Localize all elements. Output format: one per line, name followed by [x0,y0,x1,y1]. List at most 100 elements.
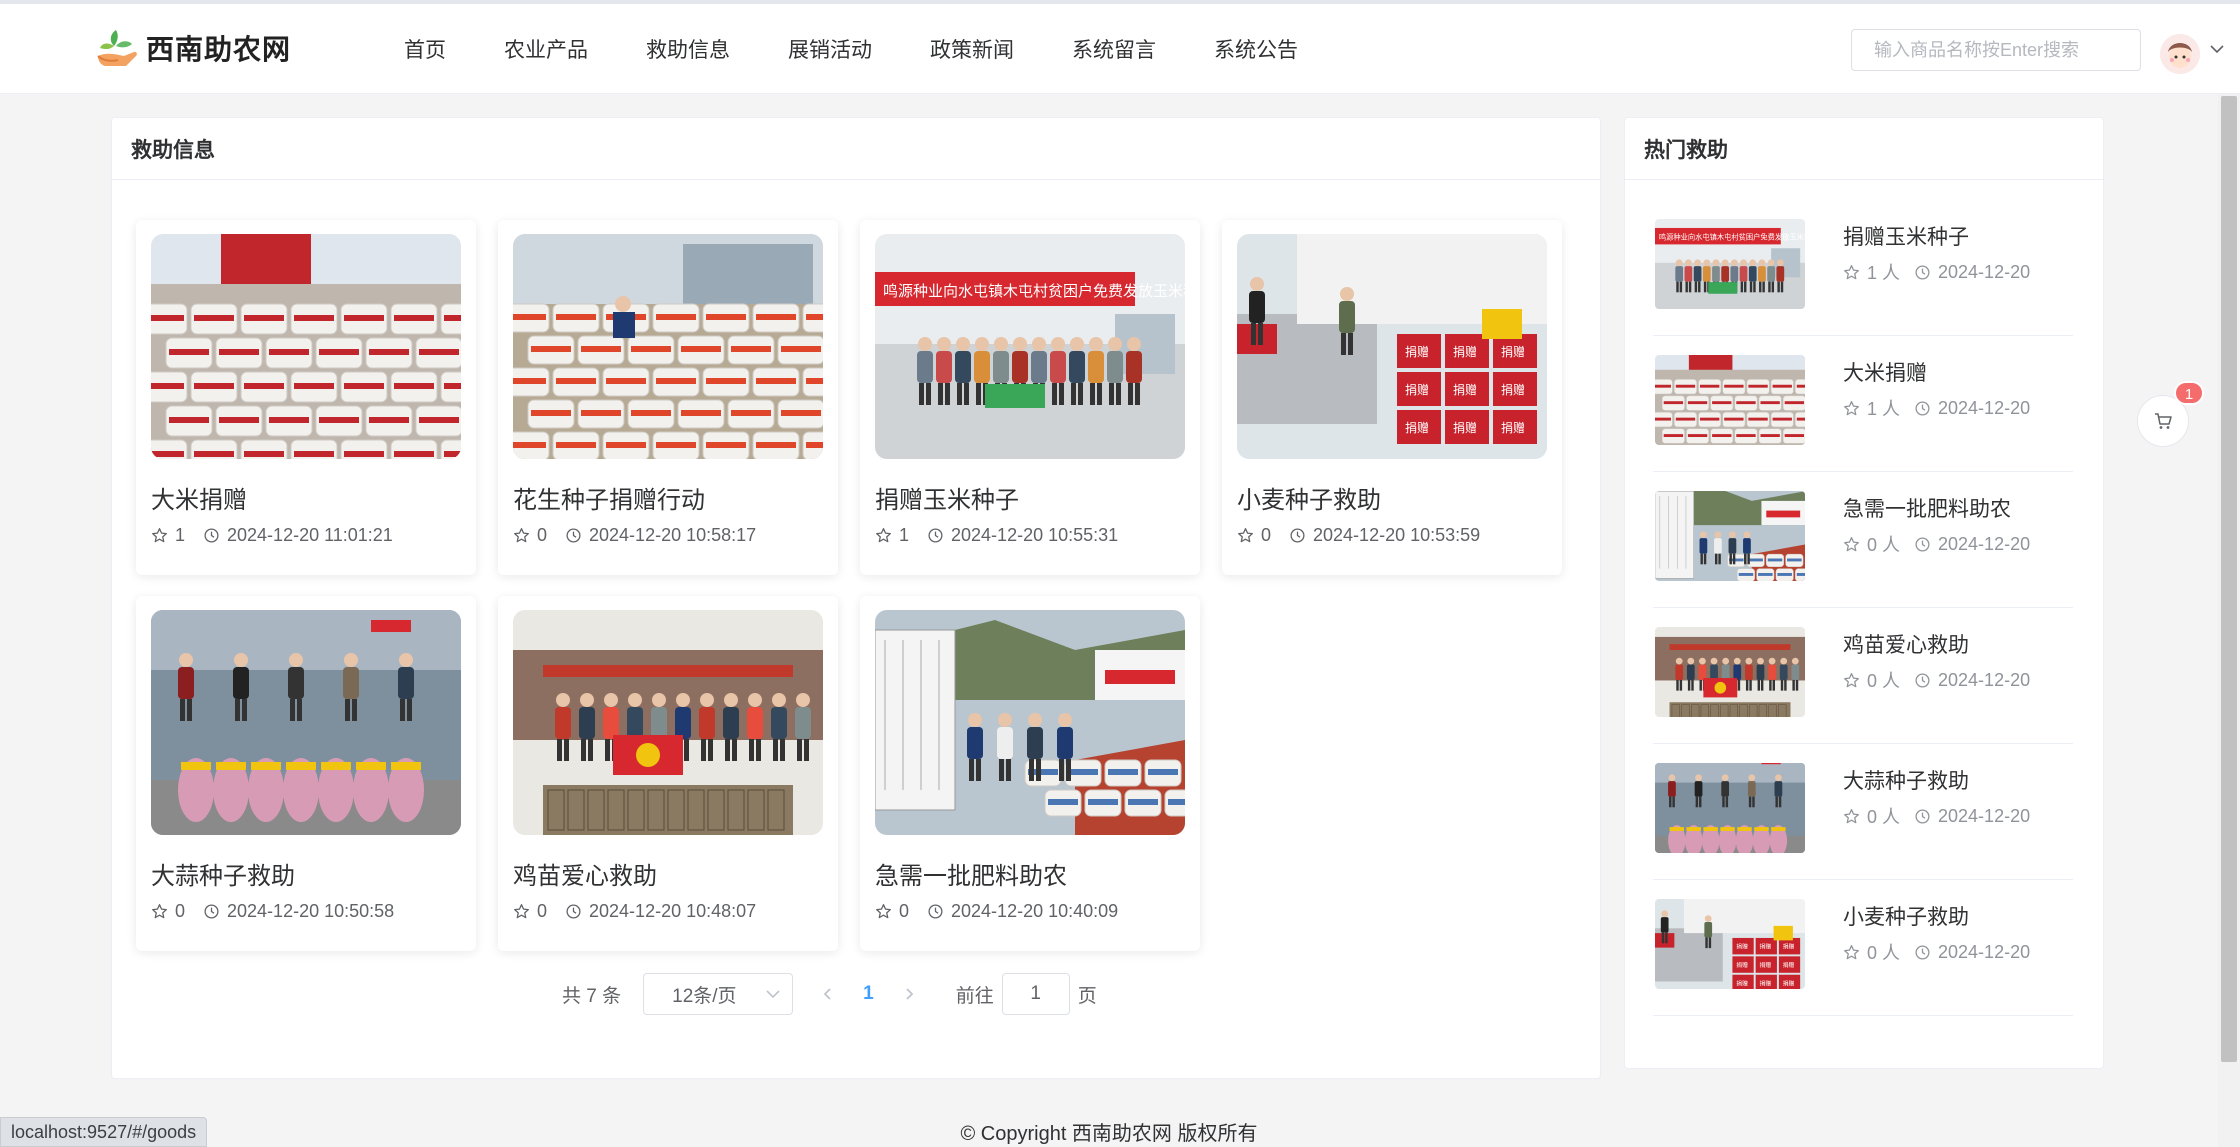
svg-text:捐赠: 捐赠 [1501,383,1525,397]
page-number-current[interactable]: 1 [863,983,874,1005]
hot-aid-image[interactable] [1655,355,1805,445]
hot-aid-meta: 1 人 2024-12-20 [1843,259,2030,285]
clock-icon [1915,944,1930,960]
aid-card[interactable]: 捐赠 捐赠 捐赠 捐赠 捐赠 捐赠 捐赠 捐赠 捐赠 小麦种子救助 0 2024-12-20 1… [1222,220,1562,575]
hot-aid-date: 2024-12-20 [1938,533,2031,554]
clock-icon [1915,808,1930,824]
hot-aid-meta: 1 人 2024-12-20 [1843,395,2030,421]
hot-aid-image[interactable] [1655,763,1805,853]
hot-aid-image[interactable]: 捐赠 捐赠 捐赠 捐赠 捐赠 捐赠 捐赠 捐赠 捐赠 [1655,899,1805,989]
aid-card-image[interactable] [513,234,823,459]
hot-aid-item[interactable]: 鸣源种业向水屯镇木屯村贫困户免费发放玉米种 捐赠玉米种子 1 人 2024-12… [1653,200,2073,336]
aid-card-title[interactable]: 大蒜种子救助 [151,856,295,891]
star-icon [1844,944,1859,959]
nav-item-home[interactable]: 首页 [404,34,446,64]
clock-icon [204,528,219,543]
next-page-icon[interactable] [902,987,916,1001]
side-panel-title: 热门救助 [1625,118,2103,180]
hot-aid-date: 2024-12-20 [1938,397,2031,418]
hot-aid-count: 0 人 [1867,671,1901,691]
svg-text:捐赠: 捐赠 [1405,421,1429,435]
hot-aid-title[interactable]: 小麦种子救助 [1843,901,1969,931]
aid-card-likes: 1 [899,525,910,545]
svg-text:捐赠: 捐赠 [1501,421,1525,435]
aid-card[interactable]: 大蒜种子救助 0 2024-12-20 10:50:58 [136,596,476,951]
clock-icon [1915,400,1930,416]
hot-aid-count: 1 人 [1867,399,1901,419]
aid-card-title[interactable]: 急需一批肥料助农 [875,856,1067,891]
svg-text:鸣源种业向水屯镇木屯村贫困户免费发放玉米种: 鸣源种业向水屯镇木屯村贫困户免费发放玉米种 [883,282,1185,300]
goto-prefix: 前往 [955,985,994,1007]
aid-card-image[interactable] [513,610,823,835]
hot-aid-item[interactable]: 急需一批肥料助农 0 人 2024-12-20 [1653,472,2073,608]
hot-aid-image[interactable] [1655,491,1805,581]
aid-card-likes: 0 [1261,525,1272,545]
aid-card-time: 2024-12-20 10:48:07 [589,901,757,921]
hot-aid-meta: 0 人 2024-12-20 [1843,667,2030,693]
star-icon [152,904,167,919]
nav-item-messages[interactable]: 系统留言 [1072,34,1156,64]
star-icon [876,528,891,543]
prev-page-icon[interactable] [821,987,835,1001]
hot-aid-item[interactable]: 大米捐赠 1 人 2024-12-20 [1653,336,2073,472]
aid-card[interactable]: 鸡苗爱心救助 0 2024-12-20 10:48:07 [498,596,838,951]
aid-card[interactable]: 鸣源种业向水屯镇木屯村贫困户免费发放玉米种 捐赠玉米种子 1 2024-12-2… [860,220,1200,575]
hot-aid-title[interactable]: 鸡苗爱心救助 [1843,629,1969,659]
star-icon [1844,672,1859,687]
hot-aid-image[interactable] [1655,627,1805,717]
nav-item-policy-news[interactable]: 政策新闻 [930,34,1014,64]
aid-card-meta: 0 2024-12-20 10:53:59 [1237,525,1480,546]
clock-icon [928,528,943,543]
site-logo[interactable]: 西南助农网 [92,24,291,72]
aid-card-meta: 0 2024-12-20 10:48:07 [513,901,756,922]
logo-icon [97,30,137,66]
aid-card-image[interactable] [875,610,1185,835]
search-input[interactable] [1851,29,2141,71]
nav-item-products[interactable]: 农业产品 [504,34,588,64]
page-size-select[interactable]: 12条/页 [643,973,794,1015]
star-icon [152,528,167,543]
clock-icon [1915,536,1930,552]
hot-aid-title[interactable]: 大米捐赠 [1843,357,1927,387]
aid-card-time: 2024-12-20 10:53:59 [1313,525,1481,545]
pagination: 共 7 条 12条/页 1 前往 1 页 [562,973,1097,1015]
clock-icon [204,904,219,919]
page-size-value: 12条/页 [672,985,737,1007]
aid-card[interactable]: 急需一批肥料助农 0 2024-12-20 10:40:09 [860,596,1200,951]
aid-card-title[interactable]: 鸡苗爱心救助 [513,856,657,891]
svg-text:捐赠: 捐赠 [1501,345,1525,359]
hot-aid-count: 0 人 [1867,807,1901,827]
aid-card-image[interactable]: 捐赠 捐赠 捐赠 捐赠 捐赠 捐赠 捐赠 捐赠 捐赠 [1237,234,1547,459]
nav-item-announcements[interactable]: 系统公告 [1214,34,1298,64]
aid-card-image[interactable] [151,234,461,459]
goto-page-input[interactable]: 1 [1001,973,1070,1015]
svg-text:捐赠: 捐赠 [1453,421,1477,435]
hot-aid-title[interactable]: 急需一批肥料助农 [1843,493,2011,523]
hot-aid-title[interactable]: 大蒜种子救助 [1843,765,1969,795]
user-avatar[interactable] [2160,34,2200,74]
aid-card-title[interactable]: 大米捐赠 [151,480,247,515]
pagination-total: 共 7 条 [562,985,622,1007]
aid-card-title[interactable]: 花生种子捐赠行动 [513,480,705,515]
hot-aid-item[interactable]: 鸡苗爱心救助 0 人 2024-12-20 [1653,608,2073,744]
aid-card-meta: 1 2024-12-20 11:01:21 [151,525,393,546]
aid-card-title[interactable]: 小麦种子救助 [1237,480,1381,515]
hot-aid-item[interactable]: 大蒜种子救助 0 人 2024-12-20 [1653,744,2073,880]
nav-item-aid-info[interactable]: 救助信息 [646,34,730,64]
hot-aid-title[interactable]: 捐赠玉米种子 [1843,221,1969,251]
hot-aid-item[interactable]: 捐赠 捐赠 捐赠 捐赠 捐赠 捐赠 捐赠 捐赠 捐赠 小麦种子救助 0 人 2024-12-20 [1653,880,2073,1016]
aid-card-time: 2024-12-20 10:58:17 [589,525,757,545]
aid-card-title[interactable]: 捐赠玉米种子 [875,480,1019,515]
hot-aid-date: 2024-12-20 [1938,261,2031,282]
aid-card[interactable]: 花生种子捐赠行动 0 2024-12-20 10:58:17 [498,220,838,575]
scrollbar-thumb[interactable] [2221,96,2237,1062]
aid-card-image[interactable]: 鸣源种业向水屯镇木屯村贫困户免费发放玉米种 [875,234,1185,459]
aid-card-meta: 1 2024-12-20 10:55:31 [875,525,1118,546]
aid-card-image[interactable] [151,610,461,835]
avatar-image [2160,34,2200,74]
aid-card[interactable]: 大米捐赠 1 2024-12-20 11:01:21 [136,220,476,575]
nav-item-exhibitions[interactable]: 展销活动 [788,34,872,64]
hot-aid-image[interactable]: 鸣源种业向水屯镇木屯村贫困户免费发放玉米种 [1655,219,1805,309]
chevron-down-icon[interactable] [2210,44,2224,54]
aid-card-meta: 0 2024-12-20 10:58:17 [513,525,756,546]
